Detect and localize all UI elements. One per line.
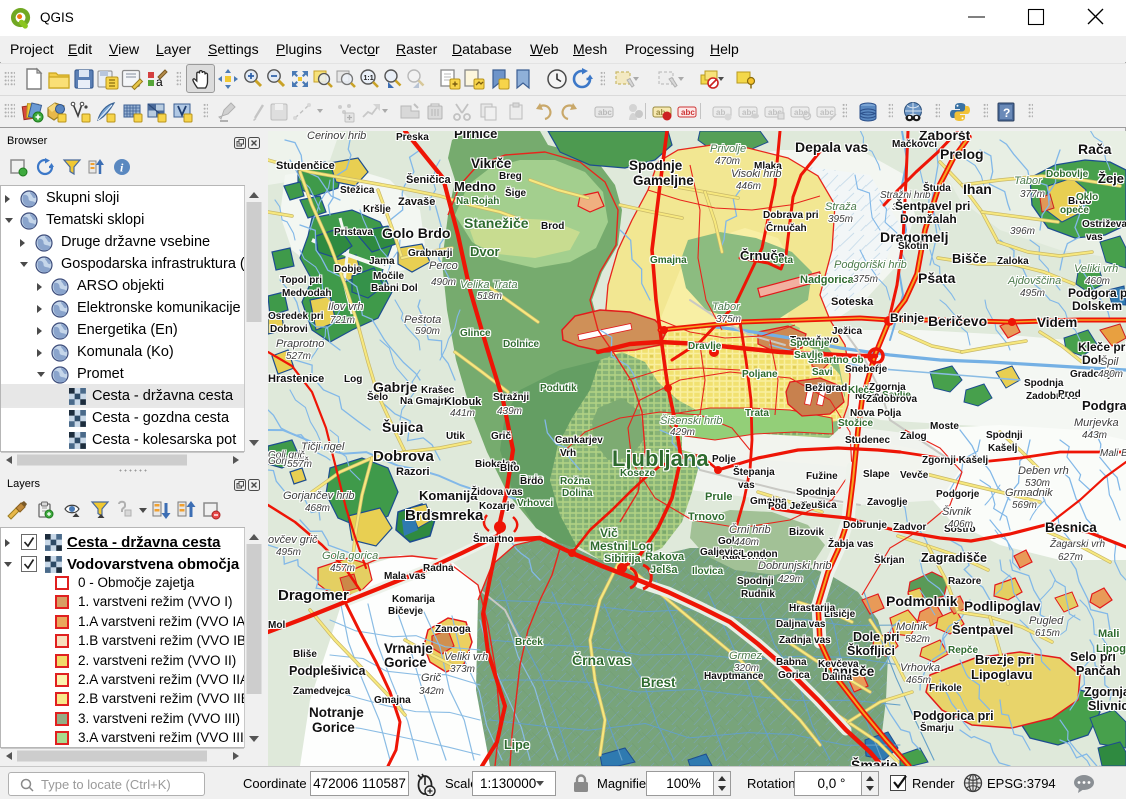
- svg-text:abc: abc: [681, 108, 695, 117]
- svg-text:?: ?: [1003, 106, 1010, 120]
- svg-text:abc: abc: [598, 108, 612, 117]
- svg-text:ab: ab: [716, 108, 725, 117]
- svg-text:abc: abc: [820, 108, 834, 117]
- svg-text:1:1: 1:1: [364, 75, 374, 82]
